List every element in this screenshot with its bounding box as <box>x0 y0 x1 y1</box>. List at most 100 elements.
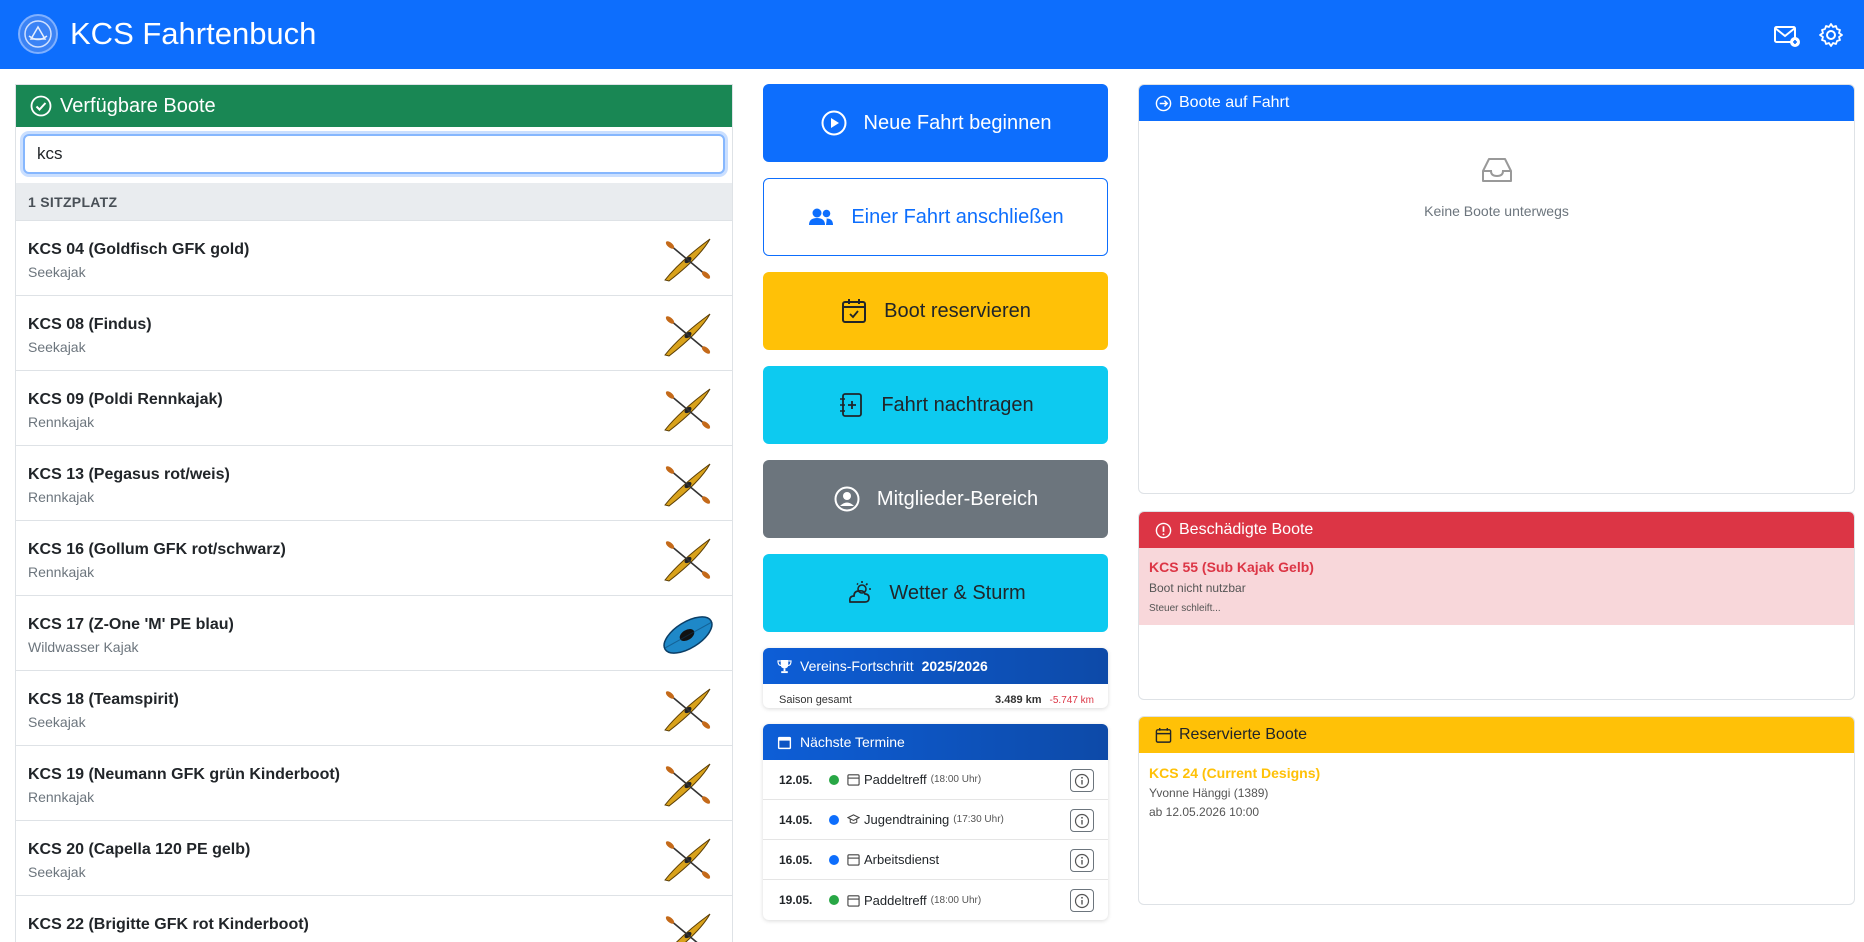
kayak-icon <box>660 908 716 942</box>
boat-type: Seekajak <box>28 714 86 730</box>
people-icon <box>809 208 834 225</box>
boat-list-item[interactable]: KCS 20 (Capella 120 PE gelb) Seekajak <box>16 821 732 896</box>
journal-plus-icon <box>840 393 863 417</box>
join-trip-button[interactable]: Einer Fahrt anschließen <box>763 178 1108 256</box>
kayak-icon <box>660 458 716 510</box>
damaged-boat-name: KCS 55 (Sub Kajak Gelb) <box>1149 559 1314 575</box>
kayak-icon <box>660 608 716 660</box>
available-boats-panel: Verfügbare Boote 1 SITZPLATZ KCS 04 (Gol… <box>15 84 733 942</box>
group-header: 1 SITZPLATZ <box>16 183 732 221</box>
navbar: KCS Fahrtenbuch <box>0 0 1864 69</box>
backfill-trip-button[interactable]: Fahrt nachtragen <box>763 366 1108 444</box>
damaged-boats-card: Beschädigte Boote KCS 55 (Sub Kajak Gelb… <box>1138 511 1855 700</box>
event-status-dot <box>829 895 839 905</box>
event-date: 19.05. <box>779 893 813 907</box>
reserved-boat-person: Yvonne Hänggi (1389) <box>1149 786 1269 800</box>
boat-type: Rennkajak <box>28 414 95 430</box>
boat-search-input[interactable] <box>23 134 725 174</box>
boat-list-item[interactable]: KCS 16 (Gollum GFK rot/schwarz) Rennkajak <box>16 521 732 596</box>
reserve-boat-button[interactable]: Boot reservieren <box>763 272 1108 350</box>
calendar-icon <box>847 894 860 907</box>
boat-name: KCS 08 (Findus) <box>28 316 152 333</box>
cloud-sun-icon <box>849 581 872 603</box>
boat-list-item[interactable]: KCS 22 (Brigitte GFK rot Kinderboot) <box>16 896 732 942</box>
members-area-button[interactable]: Mitglieder-Bereich <box>763 460 1108 538</box>
boats-on-trip-card: Boote auf Fahrt Keine Boote unterwegs <box>1138 84 1855 494</box>
calendar-icon <box>847 853 860 866</box>
person-circle-icon <box>834 486 860 512</box>
available-boats-title: Verfügbare Boote <box>60 94 216 117</box>
event-item: 16.05. Arbeitsdienst <box>763 840 1108 880</box>
boat-list-item[interactable]: KCS 09 (Poldi Rennkajak) Rennkajak <box>16 371 732 446</box>
info-icon[interactable] <box>1070 889 1094 912</box>
reserved-boat-from: ab 12.05.2026 10:00 <box>1149 805 1260 819</box>
kayak-icon <box>660 758 716 810</box>
gear-icon[interactable] <box>1816 20 1846 50</box>
club-progress-card: Vereins-Fortschritt 2025/2026 Saison ges… <box>763 648 1108 708</box>
arrow-right-circle-icon <box>1155 95 1172 111</box>
reserved-boat-name: KCS 24 (Current Designs) <box>1149 765 1321 781</box>
info-icon[interactable] <box>1070 809 1094 832</box>
event-item: 12.05. Paddeltreff (18:00 Uhr) <box>763 760 1108 800</box>
event-title: Jugendtraining <box>864 812 950 827</box>
damaged-title: Beschädigte Boote <box>1179 521 1314 538</box>
app-title[interactable]: KCS Fahrtenbuch <box>70 16 316 52</box>
upcoming-events-card: Nächste Termine 12.05. Paddeltreff (18:00 … <box>763 724 1108 920</box>
boat-list-item[interactable]: KCS 13 (Pegasus rot/weis) Rennkajak <box>16 446 732 521</box>
calendar-icon <box>847 773 860 786</box>
kayak-icon <box>660 683 716 735</box>
boat-name: KCS 17 (Z-One 'M' PE blau) <box>28 616 234 633</box>
season-diff-km: -5.747 km <box>1049 694 1094 706</box>
progress-title: Vereins-Fortschritt <box>800 658 914 674</box>
kayak-icon <box>660 833 716 885</box>
graduation-cap-icon <box>846 813 861 826</box>
event-status-dot <box>829 774 839 785</box>
kayak-icon <box>660 233 716 285</box>
event-date: 14.05. <box>779 812 813 827</box>
damaged-boat-item[interactable]: KCS 55 (Sub Kajak Gelb) Boot nicht nutzb… <box>1139 548 1854 625</box>
new-trip-button[interactable]: Neue Fahrt beginnen <box>763 84 1108 162</box>
boat-list-item[interactable]: KCS 17 (Z-One 'M' PE blau) Wildwasser Kaj… <box>16 596 732 671</box>
boat-name: KCS 22 (Brigitte GFK rot Kinderboot) <box>28 916 309 933</box>
events-title: Nächste Termine <box>800 734 905 750</box>
calendar-check-icon <box>842 299 867 323</box>
boat-type: Seekajak <box>28 864 86 880</box>
event-time: (18:00 Uhr) <box>930 774 982 785</box>
mail-icon[interactable] <box>1772 20 1802 50</box>
exclamation-circle-icon <box>1155 522 1172 538</box>
kayak-icon <box>660 308 716 360</box>
boat-list-item[interactable]: KCS 19 (Neumann GFK grün Kinderboot) Renn… <box>16 746 732 821</box>
event-item: 14.05. Jugendtraining (17:30 Uhr) <box>763 800 1108 840</box>
event-date: 16.05. <box>779 852 813 867</box>
boat-type: Rennkajak <box>28 564 95 580</box>
event-status-dot <box>829 854 839 865</box>
boat-name: KCS 16 (Gollum GFK rot/schwarz) <box>28 541 286 558</box>
boat-list-item[interactable]: KCS 04 (Goldfisch GFK gold) Seekajak <box>16 221 732 296</box>
boat-list-item[interactable]: KCS 08 (Findus) Seekajak <box>16 296 732 371</box>
weather-button[interactable]: Wetter & Sturm <box>763 554 1108 632</box>
info-icon[interactable] <box>1070 849 1094 872</box>
boat-name: KCS 19 (Neumann GFK grün Kinderboot) <box>28 766 340 783</box>
event-time: (18:00 Uhr) <box>930 894 982 906</box>
reserved-boat-item[interactable]: KCS 24 (Current Designs) Yvonne Hänggi (… <box>1139 753 1854 831</box>
club-logo[interactable] <box>18 14 58 54</box>
event-title: Paddeltreff <box>864 772 927 787</box>
new-trip-label: Neue Fahrt beginnen <box>863 111 1052 134</box>
boat-name: KCS 13 (Pegasus rot/weis) <box>28 466 230 483</box>
damaged-boat-comment: Steuer schleift... <box>1149 603 1221 614</box>
boat-type: Seekajak <box>28 339 86 355</box>
season-total-km: 3.489 km <box>995 694 1042 706</box>
info-icon[interactable] <box>1070 769 1094 792</box>
calendar-icon <box>1155 727 1172 743</box>
check-circle-icon <box>30 95 52 117</box>
kayak-icon <box>660 383 716 435</box>
boat-type: Rennkajak <box>28 489 95 505</box>
backfill-trip-label: Fahrt nachtragen <box>881 393 1034 416</box>
reserved-title: Reservierte Boote <box>1179 726 1308 743</box>
progress-season: 2025/2026 <box>921 658 988 674</box>
available-boats-header: Verfügbare Boote <box>16 85 732 127</box>
members-area-label: Mitglieder-Bereich <box>876 487 1039 510</box>
reserve-boat-label: Boot reservieren <box>884 299 1031 322</box>
on-trip-title: Boote auf Fahrt <box>1179 94 1290 111</box>
boat-list-item[interactable]: KCS 18 (Teamspirit) Seekajak <box>16 671 732 746</box>
